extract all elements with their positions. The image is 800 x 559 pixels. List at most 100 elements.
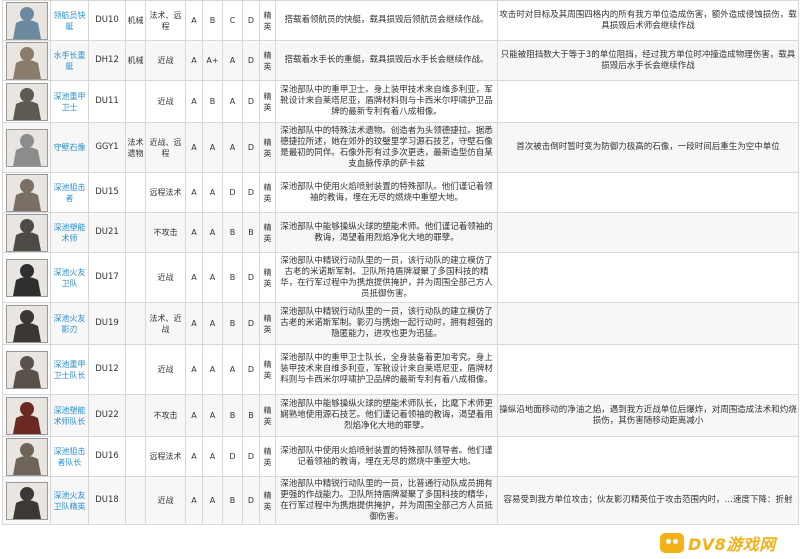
- res-grade-cell: B: [242, 212, 260, 253]
- attack-type-cell: 近战: [145, 344, 186, 395]
- enemy-name-link[interactable]: 深池重甲卫士队长: [54, 360, 86, 380]
- hp-grade-cell: A: [185, 344, 203, 395]
- enemy-name-link[interactable]: 深池火友影刃: [54, 314, 86, 334]
- enemy-name-link[interactable]: 水手长重艇: [54, 51, 86, 71]
- enemy-name-link[interactable]: 深池狙击者队长: [54, 447, 86, 467]
- description-cell: 深池部队中的特殊法术遗物。创造者为头领德捷拉。据悉德捷拉所述，她在郊外的玟璧里学…: [275, 122, 498, 173]
- atk-grade-cell: A: [202, 302, 223, 345]
- res-grade-cell: D: [242, 436, 260, 477]
- portrait-cell: [2, 476, 51, 525]
- description-cell: 深池部队中精锐行动队里的一员，比普通行动队成员拥有更强的作战能力。卫队所持盾牌凝…: [275, 476, 498, 525]
- hp-grade-cell: A: [185, 122, 203, 173]
- attack-type-cell: 近战: [145, 476, 186, 525]
- enemy-figure-icon: [6, 351, 47, 388]
- res-grade-cell: D: [242, 172, 260, 213]
- enemy-portrait[interactable]: [5, 304, 48, 343]
- table-row: 领航员快艇 DU10 机械 法术、远程 A B C D 精英 搭载着领航员的快艇，载具损毁后领航员…: [2, 0, 799, 41]
- description-cell: 深池部队中使用火焰喷射装置的特殊部队。他们谨记着领袖的教诲，埋在无尽的燃烧中重塑…: [275, 172, 498, 213]
- enemy-name-link[interactable]: 深池火友卫队精英: [54, 491, 86, 511]
- category-cell: [125, 252, 146, 303]
- portrait-cell: [2, 436, 51, 477]
- description-cell: 深池部队中精锐行动队里的一员，该行动队的建立模仿了古老的米诺斯军制。卫队所持盾牌…: [275, 252, 498, 303]
- enemy-name-link[interactable]: 深池火友卫队: [54, 268, 86, 288]
- category-cell: [125, 172, 146, 213]
- attack-type-cell: 远程法术: [145, 172, 186, 213]
- name-cell: 水手长重艇: [50, 40, 89, 81]
- attack-type-cell: 近战: [145, 40, 186, 81]
- portrait-cell: [2, 252, 51, 303]
- enemy-figure-icon: [6, 259, 47, 296]
- name-cell: 深池塑能术师队长: [50, 394, 89, 437]
- enemy-portrait[interactable]: [5, 437, 48, 476]
- enemy-name-link[interactable]: 深池狙击者: [54, 183, 86, 203]
- category-cell: [125, 476, 146, 525]
- res-grade-cell: D: [242, 476, 260, 525]
- code-cell: DU21: [88, 212, 126, 253]
- skill-cell: [497, 436, 799, 477]
- skill-cell: [497, 252, 799, 303]
- enemy-name-link[interactable]: 深池塑能术师队长: [54, 406, 86, 426]
- name-cell: 深池塑能术师: [50, 212, 89, 253]
- tier-cell: 精英: [259, 302, 276, 345]
- tier-cell: 精英: [259, 344, 276, 395]
- table-row: 深池塑能术师 DU21 不攻击 A A B B 精英 深池部队中能够操纵火球的塑能术师。他们谨记…: [2, 212, 799, 253]
- description-cell: 深池部队中精锐行动队里的一员，该行动队的建立模仿了古老的米诺斯军制。影刃与携炮一…: [275, 302, 498, 345]
- atk-grade-cell: A+: [202, 40, 223, 81]
- def-grade-cell: A: [222, 40, 243, 81]
- enemy-portrait[interactable]: [5, 128, 48, 167]
- tier-cell: 精英: [259, 172, 276, 213]
- enemy-portrait[interactable]: [5, 481, 48, 520]
- tier-cell: 精英: [259, 40, 276, 81]
- code-cell: DU22: [88, 394, 126, 437]
- table-row: 深池火友卫队精英 DU18 近战 A A B D 精英 深池部队中精锐行动队里的一员，比普通行动…: [2, 476, 799, 525]
- res-grade-cell: D: [242, 0, 260, 41]
- enemy-portrait[interactable]: [5, 350, 48, 389]
- tier-cell: 精英: [259, 252, 276, 303]
- enemy-portrait[interactable]: [5, 41, 48, 80]
- enemy-name-link[interactable]: 深池重甲卫士: [54, 92, 86, 112]
- portrait-cell: [2, 212, 51, 253]
- description-cell: 深池部队中使用火焰喷射装置的特殊部队领导者。他们谨记着领袖的教诲，埋在无尽的燃烧…: [275, 436, 498, 477]
- category-cell: [125, 80, 146, 123]
- name-cell: 领航员快艇: [50, 0, 89, 41]
- enemy-name-link[interactable]: 深池塑能术师: [54, 223, 86, 243]
- code-cell: DU12: [88, 344, 126, 395]
- skill-cell: 攻击时对目标及其周围四格内的所有我方单位造成伤害，额外造成侵蚀损伤，载具损毁后术…: [497, 0, 799, 41]
- def-grade-cell: D: [222, 172, 243, 213]
- enemy-name-link[interactable]: 领航员快艇: [54, 11, 86, 31]
- enemy-figure-icon: [6, 42, 47, 79]
- enemy-portrait[interactable]: [5, 258, 48, 297]
- hp-grade-cell: A: [185, 252, 203, 303]
- attack-type-cell: 法术、远程: [145, 0, 186, 41]
- tier-cell: 精英: [259, 212, 276, 253]
- enemy-figure-icon: [6, 438, 47, 475]
- portrait-cell: [2, 344, 51, 395]
- enemy-name-link[interactable]: 守壁石像: [54, 143, 86, 152]
- enemy-figure-icon: [6, 305, 47, 342]
- def-grade-cell: B: [222, 476, 243, 525]
- tier-cell: 精英: [259, 122, 276, 173]
- portrait-cell: [2, 172, 51, 213]
- skill-cell: 首次被击倒时暂时变为防御力极高的石像，一段时间后重生为空中单位: [497, 122, 799, 173]
- enemy-portrait[interactable]: [5, 1, 48, 40]
- portrait-cell: [2, 80, 51, 123]
- code-cell: DH12: [88, 40, 126, 81]
- code-cell: DU17: [88, 252, 126, 303]
- portrait-cell: [2, 394, 51, 437]
- atk-grade-cell: A: [202, 476, 223, 525]
- enemy-portrait[interactable]: [5, 396, 48, 435]
- skill-cell: 容易受到我方单位攻击；伙友影刃精英位于攻击范围内时，…速度下降：折射: [497, 476, 799, 525]
- name-cell: 深池火友卫队: [50, 252, 89, 303]
- res-grade-cell: D: [242, 252, 260, 303]
- enemy-portrait[interactable]: [5, 213, 48, 252]
- enemy-figure-icon: [6, 129, 47, 166]
- enemy-portrait[interactable]: [5, 173, 48, 212]
- category-cell: [125, 344, 146, 395]
- enemy-portrait[interactable]: [5, 82, 48, 121]
- portrait-cell: [2, 0, 51, 41]
- res-grade-cell: D: [242, 122, 260, 173]
- hp-grade-cell: A: [185, 40, 203, 81]
- enemy-figure-icon: [6, 83, 47, 120]
- name-cell: 深池狙击者: [50, 172, 89, 213]
- category-cell: [125, 302, 146, 345]
